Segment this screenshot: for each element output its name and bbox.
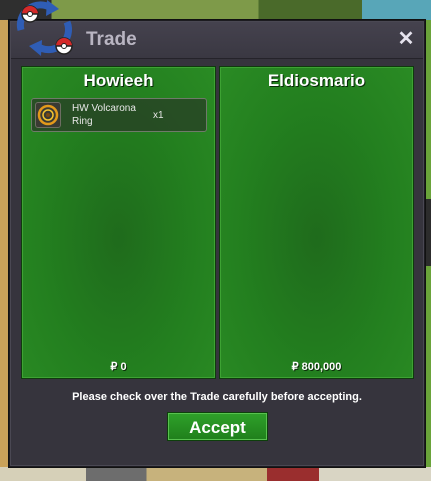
trade-item-slot[interactable]: HW Volcarona Ring x1 — [31, 98, 207, 132]
player-name-left: Howieeh — [83, 71, 154, 90]
trade-exchange-icon — [11, 0, 77, 56]
item-name: HW Volcarona Ring — [72, 103, 136, 127]
trade-notice: Please check over the Trade carefully be… — [72, 391, 362, 403]
money-offer-left: ₽ 0 — [110, 361, 127, 373]
close-button[interactable]: ✕ — [395, 28, 417, 50]
player-name-right: Eldiosmario — [267, 71, 366, 90]
my-offer-panel: Howieeh HW Volcarona Ring x1 ₽ 0 — [21, 66, 216, 379]
trade-window: Trade ✕ Howieeh HW Volcarona Ring x1 ₽ 0… — [9, 20, 425, 467]
window-title: Trade — [86, 29, 137, 50]
partner-offer-panel: Eldiosmario ₽ 800,000 — [219, 66, 414, 379]
game-background-bottom — [0, 467, 431, 481]
accept-button[interactable]: Accept — [167, 412, 268, 441]
item-quantity: x1 — [153, 110, 164, 121]
money-offer-right: ₽ 800,000 — [291, 361, 342, 373]
ring-icon — [35, 102, 61, 128]
